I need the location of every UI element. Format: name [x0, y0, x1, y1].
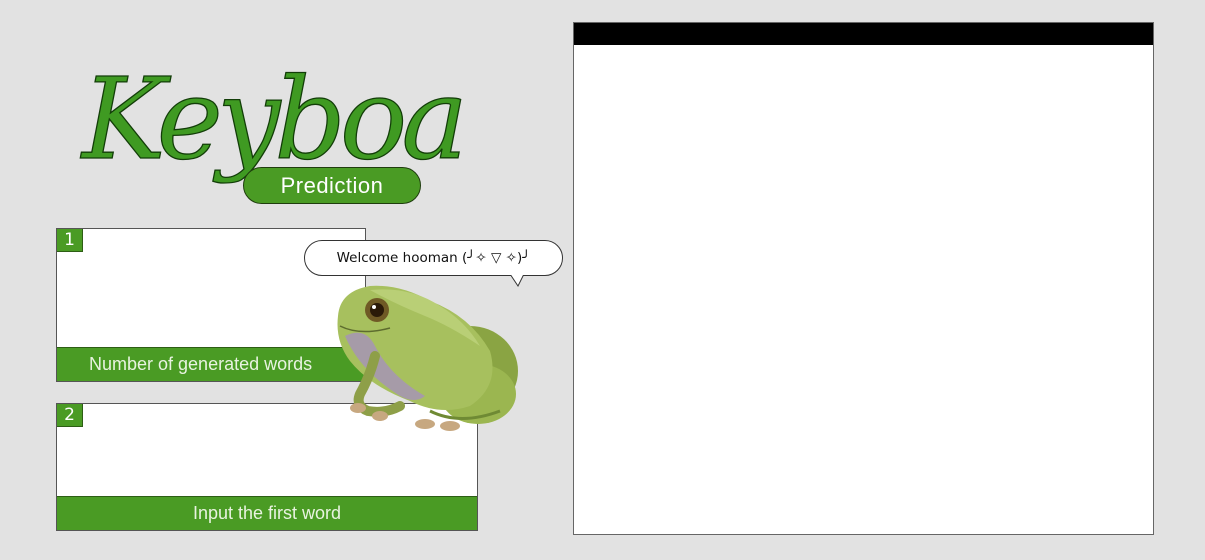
speech-bubble: Welcome hooman (╯✧ ▽ ✧)╯ — [304, 240, 563, 276]
app-logo: Keyboard Prediction — [70, 18, 470, 208]
word-count-label: Number of generated words — [57, 347, 365, 381]
step-number-2: 2 — [57, 404, 83, 427]
output-window — [573, 22, 1154, 535]
step-number-1: 1 — [57, 229, 83, 252]
logo-title: Keyboard — [80, 55, 467, 185]
output-text-area — [574, 45, 1153, 534]
output-title-bar — [574, 23, 1153, 45]
logo-subtitle: Prediction — [243, 167, 421, 204]
speech-text: Welcome hooman (╯✧ ▽ ✧)╯ — [336, 250, 531, 266]
first-word-label: Input the first word — [57, 496, 477, 530]
frog-mascot-icon — [337, 285, 518, 431]
